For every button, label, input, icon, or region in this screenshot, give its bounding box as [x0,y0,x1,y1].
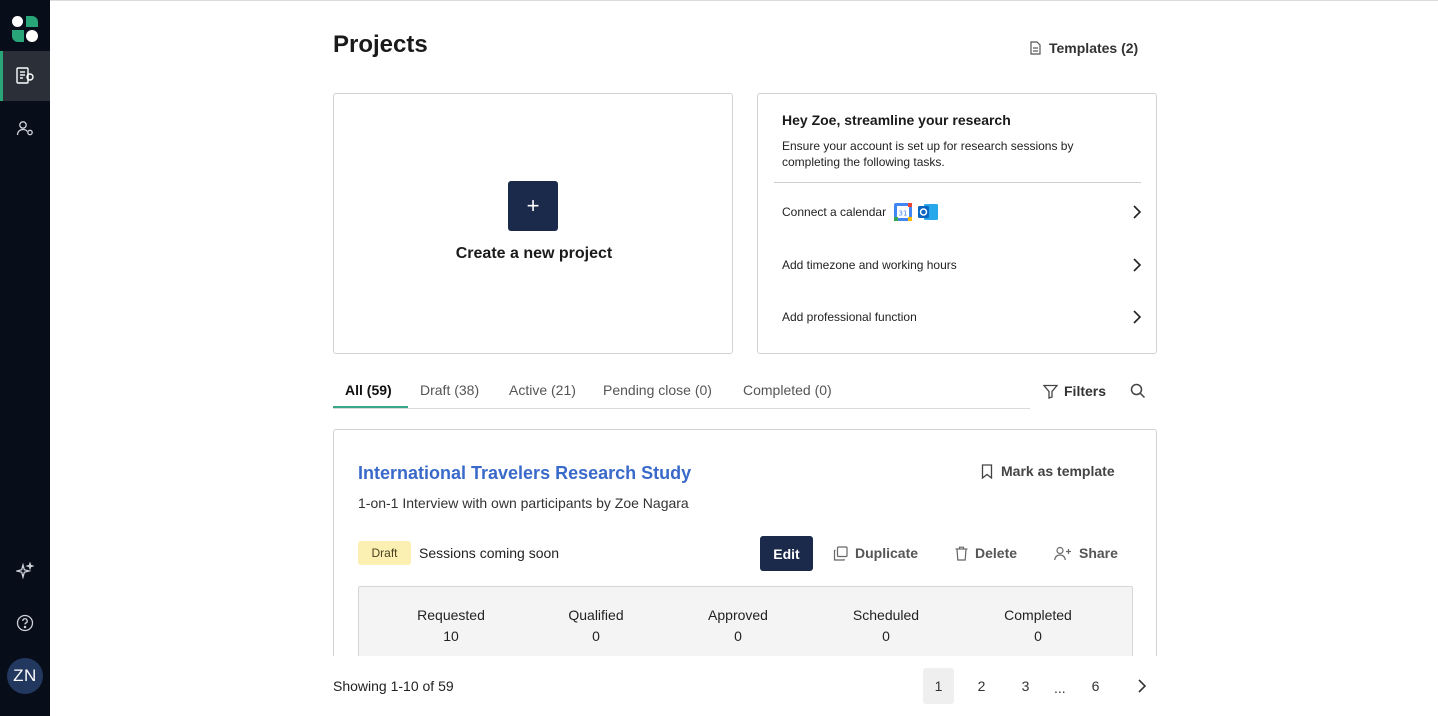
chevron-right-icon [1137,679,1146,693]
participant-stats: Requested 10 Qualified 0 Approved 0 Sche… [358,586,1133,666]
sidebar: ZN [0,0,50,716]
page-button-3[interactable]: 3 [1010,668,1041,704]
filter-icon [1043,384,1058,399]
tab-pending-close[interactable]: Pending close (0) [603,382,712,398]
stat-scheduled: Scheduled 0 [836,605,936,647]
page-button-2[interactable]: 2 [966,668,997,704]
task-label: Add timezone and working hours [782,258,957,272]
chevron-right-icon [1133,258,1142,272]
chevron-right-icon [1133,310,1142,324]
stat-label: Completed [1004,607,1072,623]
stat-label: Qualified [568,607,624,623]
delete-button[interactable]: Delete [955,545,1017,561]
stat-completed: Completed 0 [988,605,1088,647]
sidebar-item-ai[interactable] [0,546,50,596]
help-icon [16,614,34,632]
task-connect-calendar[interactable]: Connect a calendar 31 [782,200,1142,224]
create-project-card[interactable]: + Create a new project [333,93,733,354]
stat-value: 0 [1034,628,1042,644]
task-professional-function[interactable]: Add professional function [782,305,1142,329]
search-icon [1130,383,1146,399]
stat-value: 0 [592,628,600,644]
tab-draft[interactable]: Draft (38) [420,382,479,398]
stat-label: Scheduled [852,607,920,623]
task-label: Connect a calendar [782,205,887,219]
templates-button[interactable]: Templates (2) [1029,40,1138,56]
sessions-status-text: Sessions coming soon [419,545,560,561]
divider [774,182,1141,183]
svg-text:31: 31 [899,210,908,218]
delete-label: Delete [975,545,1018,561]
share-button[interactable]: Share [1054,545,1118,561]
stat-approved: Approved 0 [688,605,788,647]
stat-qualified: Qualified 0 [546,605,646,647]
task-timezone-hours[interactable]: Add timezone and working hours [782,253,1142,277]
document-icon [1030,41,1041,55]
participants-icon [16,121,33,136]
next-page-button[interactable] [1126,668,1157,704]
projects-icon [16,67,34,84]
setup-tasks-card: Hey Zoe, streamline your research Ensure… [757,93,1157,354]
stat-requested: Requested 10 [401,605,501,647]
mark-as-template-button[interactable]: Mark as template [981,463,1115,479]
results-count: Showing 1-10 of 59 [333,678,454,694]
app-logo-icon[interactable] [12,16,38,42]
sparkle-icon [16,562,34,580]
filters-label: Filters [1064,383,1107,399]
sidebar-item-help[interactable] [0,598,50,648]
setup-title: Hey Zoe, streamline your research [782,112,1011,128]
mark-template-label: Mark as template [1001,463,1115,479]
top-border [50,0,1438,1]
tab-completed[interactable]: Completed (0) [743,382,832,398]
stat-label: Approved [708,607,768,623]
tab-all[interactable]: All (59) [345,382,392,398]
search-button[interactable] [1130,383,1146,404]
chevron-right-icon [1133,205,1142,219]
avatar[interactable]: ZN [7,658,43,694]
create-project-label: Create a new project [455,245,613,262]
outlook-icon [918,204,939,220]
stat-label: Requested [417,607,485,623]
pagination-bar: Showing 1-10 of 59 1 2 3 ... 6 [50,656,1438,716]
sidebar-item-projects[interactable] [0,51,50,101]
edit-button[interactable]: Edit [760,536,813,571]
duplicate-button[interactable]: Duplicate [833,545,918,561]
project-subtitle: 1-on-1 Interview with own participants b… [358,495,689,511]
trash-icon [955,546,968,561]
stat-value: 0 [882,628,890,644]
status-tabs: All (59) Draft (38) Active (21) Pending … [333,378,1030,409]
duplicate-label: Duplicate [855,545,919,561]
stat-value: 10 [443,628,459,644]
duplicate-icon [833,545,848,561]
templates-label: Templates (2) [1049,40,1139,56]
setup-description: Ensure your account is set up for resear… [782,139,1074,169]
share-label: Share [1079,545,1118,561]
tab-active[interactable]: Active (21) [509,382,576,398]
add-user-icon [1054,546,1071,560]
stat-value: 0 [734,628,742,644]
page-button-1[interactable]: 1 [923,668,954,704]
page-button-6[interactable]: 6 [1080,668,1111,704]
page-ellipsis: ... [1054,680,1066,696]
bookmark-icon [981,463,993,479]
create-project-button[interactable]: + [508,181,558,231]
plus-icon: + [526,193,540,218]
active-tab-indicator [333,406,408,408]
sidebar-item-participants[interactable] [0,103,50,153]
google-calendar-icon: 31 [894,203,913,221]
status-badge: Draft [358,541,411,565]
project-title-link[interactable]: International Travelers Research Study [358,463,691,484]
filters-button[interactable]: Filters [1043,383,1106,399]
task-label: Add professional function [782,310,917,324]
project-card: International Travelers Research Study 1… [333,429,1157,689]
page-title: Projects [333,31,428,58]
